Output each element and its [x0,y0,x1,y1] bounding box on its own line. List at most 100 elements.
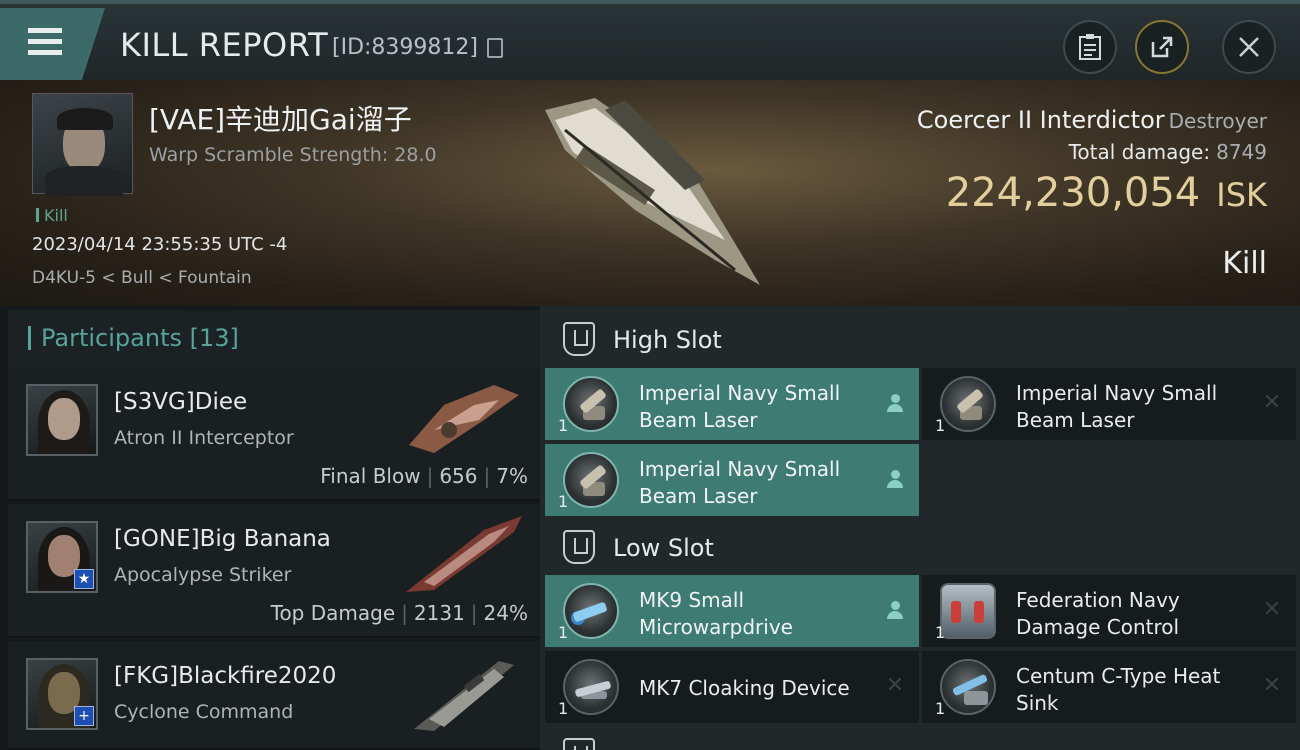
participant-ship-image [409,385,519,453]
menu-icon-bar [28,39,62,44]
participant-ship-image [414,661,514,731]
participant-row[interactable]: + [FKG]Blackfire2020 Cyclone Command [8,641,540,750]
low-slot-icon [563,530,595,564]
module-item[interactable]: 1 Centum C-Type Heat Sink ✕ [922,651,1296,723]
module-item[interactable]: 1 Imperial Navy Small Beam Laser [545,444,919,516]
star-badge-icon: ★ [74,569,94,589]
module-name: MK9 Small Microwarpdrive [639,588,793,639]
module-part [974,601,984,623]
plus-badge-icon: + [74,706,94,726]
module-quantity: 1 [935,416,946,435]
stat-separator: | [401,601,408,625]
high-slot-title: High Slot [613,326,722,354]
kill-timestamp: 2023/04/14 23:55:35 UTC -4 [32,234,288,255]
stat-separator: | [470,601,478,625]
module-name: MK7 Cloaking Device [639,676,850,700]
kill-result: Kill [1222,246,1267,281]
portrait-face [48,398,80,440]
total-damage: Total damage: 8749 [1069,140,1267,164]
page-title: KILL REPORT [120,26,329,64]
menu-icon [28,28,62,33]
destroyed-icon: ✕ [1262,597,1282,622]
clipboard-icon [1079,34,1101,60]
menu-icon-bar [28,50,62,55]
participant-ship: Apocalypse Striker [114,564,292,586]
module-quantity: 1 [558,416,569,435]
module-item[interactable]: 1 Imperial Navy Small Beam Laser [545,368,919,440]
ship-class: Destroyer [1168,109,1267,133]
module-body [964,691,988,705]
kill-location[interactable]: D4KU-5 < Bull < Fountain [32,268,252,288]
total-damage-value: 8749 [1216,140,1267,164]
accent-bar [28,326,31,350]
participant-portrait: ★ [26,521,98,593]
participant-ship: Cyclone Command [114,701,294,723]
beam-laser-icon [940,376,996,432]
high-slot-icon [563,322,595,356]
participant-row[interactable]: ★ [GONE]Big Banana Apocalypse Striker To… [8,504,540,638]
portrait-body [45,166,123,196]
destroyed-icon: ✕ [1262,390,1282,415]
isk-amount: 224,230,054 [945,170,1201,216]
menu-button[interactable] [0,8,105,80]
close-button[interactable] [1222,20,1276,74]
cloaking-device-icon [563,659,619,715]
participant-role: Top Damage [270,601,396,625]
share-button[interactable] [1135,20,1189,74]
participant-row[interactable]: [S3VG]Diee Atron II Interceptor Final Bl… [8,367,540,501]
module-item[interactable]: 1 MK7 Cloaking Device ✕ [545,651,919,723]
participant-damage: 656 [439,464,478,488]
mid-slot-icon [563,738,595,750]
heat-sink-icon [940,659,996,715]
kill-tag: Kill [36,206,68,225]
participant-portrait: + [26,658,98,730]
module-name: Imperial Navy Small Beam Laser [1016,381,1218,432]
stat-separator: | [426,464,434,488]
pilot-icon [883,599,907,623]
participants-label: Participants [41,324,182,352]
module-item[interactable]: 1 MK9 Small Microwarpdrive [545,575,919,647]
header-bar: KILL REPORT [ID:8399812] [0,0,1300,80]
pilot-icon [883,468,907,492]
victim-name[interactable]: [VAE]辛迪加Gai溜子 [149,98,412,138]
participant-ship-image [406,516,522,592]
participants-header: Participants [13] [8,310,540,367]
clipboard-button[interactable] [1063,20,1117,74]
isk-value: 224,230,054 ISK [946,170,1267,216]
isk-unit: ISK [1216,176,1267,214]
participant-ship: Atron II Interceptor [114,427,294,449]
participant-name: [FKG]Blackfire2020 [114,663,337,689]
destroyed-icon: ✕ [1262,673,1282,698]
participants-count: [13] [189,324,239,352]
share-icon [1151,36,1173,58]
total-damage-label: Total damage: [1068,140,1211,164]
participant-name: [S3VG]Diee [114,389,248,415]
stat-separator: | [483,464,491,488]
module-item[interactable]: 1 Imperial Navy Small Beam Laser ✕ [922,368,1296,440]
module-quantity: 1 [935,623,946,642]
low-slot-title: Low Slot [613,534,714,562]
module-part [951,601,961,623]
close-icon [1239,37,1259,57]
module-quantity: 1 [935,699,946,718]
portrait-cap [57,108,113,130]
low-slot-header: Low Slot [545,518,1300,576]
participant-name: [GONE]Big Banana [114,526,331,552]
warp-scramble-strength: Warp Scramble Strength: 28.0 [149,144,437,166]
victim-ship-name[interactable]: Coercer II Interdictor Destroyer [917,106,1267,134]
victim-portrait[interactable] [32,93,133,196]
participants-title: Participants [13] [41,324,239,352]
module-name: Imperial Navy Small Beam Laser [639,381,841,432]
participant-stats: Top Damage | 2131 | 24% [271,601,528,625]
beam-laser-icon [563,452,619,508]
module-quantity: 1 [558,623,569,642]
ship-type-name: Coercer II Interdictor [916,106,1165,134]
report-id: [ID:8399812] [332,35,478,60]
participant-damage: 2131 [413,601,465,625]
copy-icon[interactable] [487,38,503,58]
module-barrel [572,601,608,623]
participant-role: Final Blow [320,464,421,488]
participant-portrait [26,384,98,456]
module-item[interactable]: 1 Federation Navy Damage Control ✕ [922,575,1296,647]
victim-ship-image [545,98,760,285]
